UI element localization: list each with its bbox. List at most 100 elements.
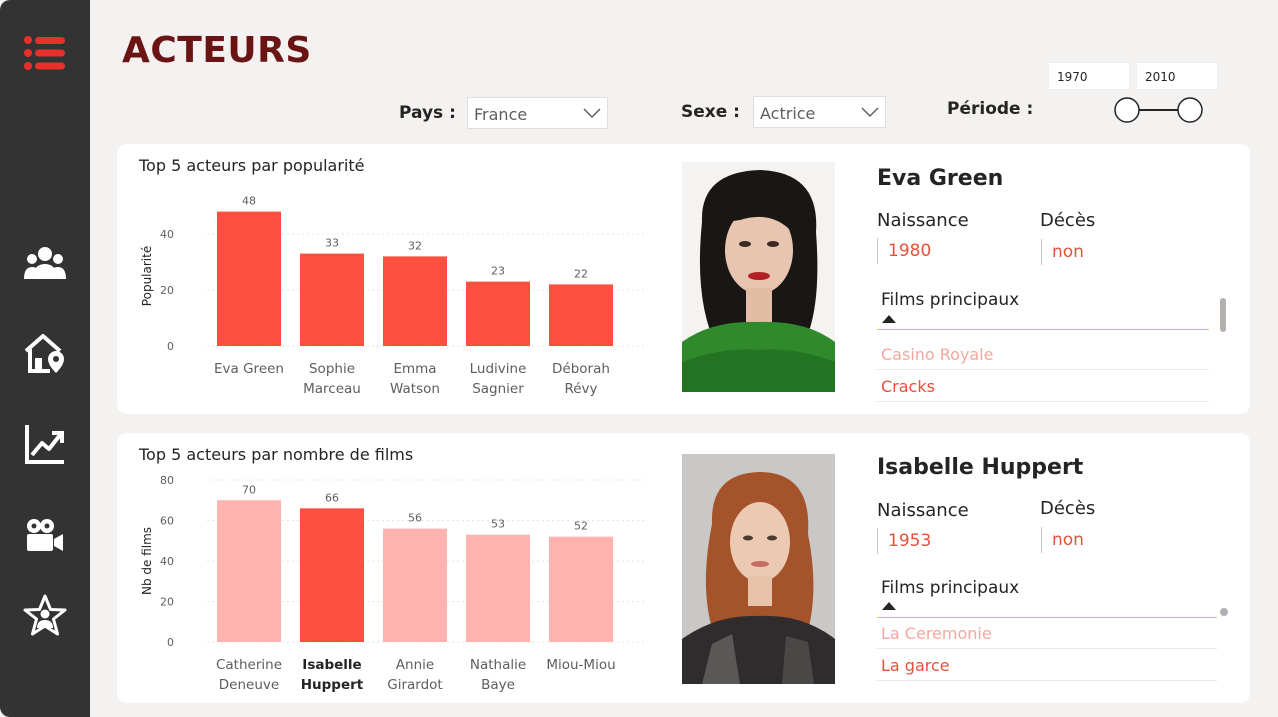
pays-label: Pays : bbox=[399, 103, 456, 123]
naissance-label: Naissance bbox=[877, 210, 969, 231]
deces-value: non bbox=[1041, 527, 1084, 553]
x-tick-label: Miou-Miou bbox=[546, 657, 615, 673]
y-tick-label: 0 bbox=[167, 340, 174, 353]
actor-name: Isabelle Huppert bbox=[877, 455, 1084, 480]
sexe-value: Actrice bbox=[760, 104, 816, 123]
data-label: 53 bbox=[491, 518, 505, 531]
film-divider bbox=[877, 648, 1217, 649]
data-label: 23 bbox=[491, 265, 505, 278]
deces-value: non bbox=[1041, 239, 1084, 265]
films-header-divider bbox=[877, 329, 1209, 330]
x-tick-label: Huppert bbox=[301, 677, 364, 693]
film-divider bbox=[877, 401, 1209, 402]
data-label: 56 bbox=[408, 512, 422, 525]
star-person-icon[interactable] bbox=[0, 594, 90, 638]
y-tick-label: 20 bbox=[160, 284, 174, 297]
naissance-value: 1980 bbox=[877, 238, 931, 264]
sexe-dropdown[interactable]: Actrice bbox=[753, 96, 886, 128]
film-item[interactable]: Casino Royale bbox=[881, 345, 994, 364]
data-label: 33 bbox=[325, 237, 339, 250]
x-tick-label: Marceau bbox=[303, 381, 361, 397]
slider-handle-start[interactable] bbox=[1114, 97, 1140, 123]
bar[interactable] bbox=[466, 281, 530, 346]
x-tick-label: Déborah bbox=[552, 361, 610, 377]
x-tick-label: Ludivine bbox=[470, 361, 527, 377]
sort-ascending-icon[interactable] bbox=[882, 315, 896, 323]
y-axis-label: Nb de films bbox=[140, 527, 154, 595]
data-label: 48 bbox=[242, 195, 256, 208]
periode-start-input[interactable]: 1970 bbox=[1048, 62, 1130, 90]
bar[interactable] bbox=[300, 508, 364, 642]
naissance-label: Naissance bbox=[877, 500, 969, 521]
slider-handle-end[interactable] bbox=[1177, 97, 1203, 123]
x-tick-label: Révy bbox=[564, 381, 597, 397]
bar[interactable] bbox=[217, 211, 281, 346]
actor-card-films: Top 5 acteurs par nombre de films 0 20 40 6… bbox=[117, 433, 1250, 703]
periode-label: Période : bbox=[947, 99, 1034, 119]
x-tick-label: Eva Green bbox=[214, 361, 284, 377]
y-tick-label: 80 bbox=[160, 474, 174, 487]
pays-dropdown[interactable]: France bbox=[467, 97, 608, 129]
x-tick-label: Catherine bbox=[216, 657, 282, 673]
sexe-label: Sexe : bbox=[681, 102, 740, 122]
film-item[interactable]: La Ceremonie bbox=[881, 624, 992, 643]
data-label: 22 bbox=[574, 267, 588, 280]
film-divider bbox=[877, 369, 1209, 370]
users-icon[interactable] bbox=[0, 245, 90, 283]
x-tick-label: Deneuve bbox=[219, 677, 279, 693]
bar[interactable] bbox=[466, 534, 530, 642]
actor-name: Eva Green bbox=[877, 166, 1004, 191]
films-label: Films principaux bbox=[881, 578, 1020, 598]
home-location-icon[interactable] bbox=[0, 333, 90, 373]
bar[interactable] bbox=[217, 500, 281, 642]
x-tick-label: Watson bbox=[390, 381, 440, 397]
sort-ascending-icon[interactable] bbox=[882, 602, 896, 610]
bar-chart-nb-films: 0 20 40 60 80 Nb de films 70 Catherine Deneuve 66… bbox=[140, 474, 647, 693]
x-tick-label: Girardot bbox=[387, 677, 442, 693]
x-tick-label: Isabelle bbox=[302, 657, 361, 673]
trend-chart-icon[interactable] bbox=[0, 423, 90, 465]
film-divider bbox=[877, 680, 1217, 681]
naissance-value: 1953 bbox=[877, 528, 931, 554]
data-label: 66 bbox=[325, 491, 339, 504]
bar[interactable] bbox=[549, 284, 613, 346]
x-tick-label: Sophie bbox=[309, 361, 355, 377]
movie-camera-icon[interactable] bbox=[0, 518, 90, 554]
sidebar-nav bbox=[0, 0, 90, 717]
pays-value: France bbox=[474, 105, 528, 124]
films-scrollbar[interactable] bbox=[1220, 608, 1228, 616]
actor-card-popularity: Top 5 acteurs par popularité 0 20 40 Popula… bbox=[117, 144, 1250, 414]
y-tick-label: 20 bbox=[160, 596, 174, 609]
x-tick-label: Nathalie bbox=[470, 657, 526, 673]
bar[interactable] bbox=[300, 253, 364, 346]
bar[interactable] bbox=[549, 536, 613, 642]
film-item[interactable]: La garce bbox=[881, 656, 950, 675]
data-label: 32 bbox=[408, 239, 422, 252]
data-label: 70 bbox=[242, 483, 256, 496]
y-tick-label: 60 bbox=[160, 515, 174, 528]
films-label: Films principaux bbox=[881, 290, 1020, 310]
page-title: ACTEURS bbox=[122, 30, 312, 71]
periode-slider[interactable] bbox=[1110, 95, 1210, 125]
deces-label: Décès bbox=[1040, 498, 1096, 519]
y-tick-label: 40 bbox=[160, 555, 174, 568]
films-scrollbar[interactable] bbox=[1220, 298, 1226, 332]
deces-label: Décès bbox=[1040, 210, 1096, 231]
bar[interactable] bbox=[383, 528, 447, 642]
y-tick-label: 40 bbox=[160, 228, 174, 241]
actor-photo bbox=[682, 454, 835, 684]
actor-photo bbox=[682, 162, 835, 392]
chevron-down-icon bbox=[583, 104, 601, 123]
x-tick-label: Annie bbox=[396, 657, 434, 673]
chevron-down-icon bbox=[861, 103, 879, 122]
y-axis-label: Popularité bbox=[140, 246, 154, 306]
data-label: 52 bbox=[574, 520, 588, 533]
periode-end-input[interactable]: 2010 bbox=[1136, 62, 1218, 90]
x-tick-label: Baye bbox=[481, 677, 515, 693]
x-tick-label: Emma bbox=[393, 361, 436, 377]
film-item[interactable]: Cracks bbox=[881, 377, 935, 396]
menu-icon[interactable] bbox=[0, 35, 90, 71]
x-tick-label: Sagnier bbox=[472, 381, 524, 397]
bar-chart-popularity: 0 20 40 Popularité 48 Eva Green 33 Sophie Marcea… bbox=[140, 195, 647, 397]
bar[interactable] bbox=[383, 256, 447, 346]
